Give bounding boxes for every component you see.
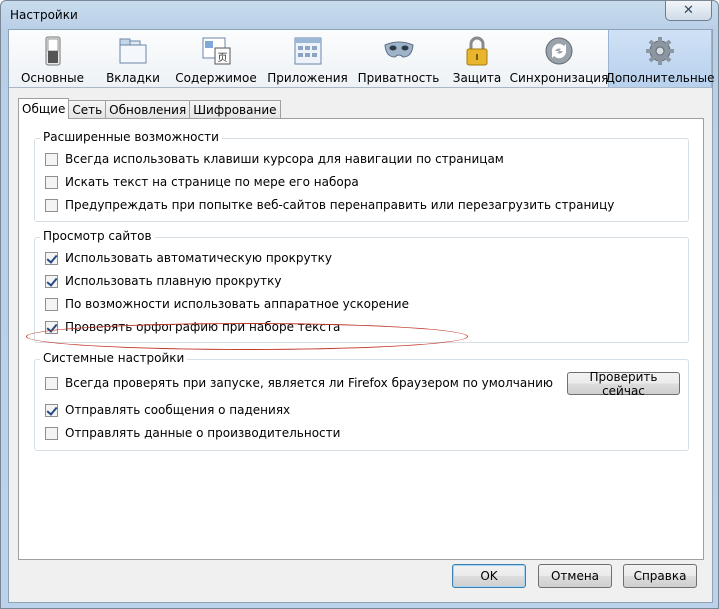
option-label: Искать текст на странице по мере его наб… (65, 175, 359, 189)
checkbox[interactable] (45, 403, 58, 417)
option-label: Отправлять сообщения о падениях (65, 403, 291, 417)
toolbar-item-label: Защита (452, 71, 502, 85)
general-panel: Расширенные возможности Всегда использов… (18, 118, 704, 560)
tab-general[interactable]: Общие (18, 98, 70, 119)
option-default-browser-check[interactable]: Всегда проверять при запуске, является л… (45, 376, 553, 390)
svg-text:页: 页 (218, 52, 228, 64)
option-cursor-keys[interactable]: Всегда использовать клавиши курсора для … (45, 152, 504, 166)
toolbar-item-privacy[interactable]: Приватность (353, 30, 444, 87)
close-icon: ✕ (683, 3, 694, 18)
ok-button[interactable]: OK (452, 564, 526, 588)
toolbar-item-applications[interactable]: Приложения (262, 30, 353, 87)
tabs-icon (119, 38, 147, 64)
preferences-window: Настройки ✕ Основные Вкладки 页 Содержимо… (0, 0, 719, 609)
content-icon: 页 (202, 37, 231, 65)
toolbar-item-content[interactable]: 页 Содержимое (170, 30, 262, 87)
accessibility-group: Расширенные возможности Всегда использов… (34, 130, 689, 222)
switch-icon (45, 36, 60, 66)
toolbar-item-label: Приватность (357, 71, 440, 85)
group-legend: Просмотр сайтов (40, 229, 155, 243)
option-performance-data[interactable]: Отправлять данные о производительности (45, 426, 340, 440)
option-hardware-acceleration[interactable]: По возможности использовать аппаратное у… (45, 297, 409, 311)
tab-updates[interactable]: Обновления (105, 100, 191, 119)
option-label: Всегда использовать клавиши курсора для … (65, 152, 504, 166)
option-find-as-you-type[interactable]: Искать текст на странице по мере его наб… (45, 175, 359, 189)
option-label: Использовать плавную прокрутку (65, 274, 282, 288)
option-label: Использовать автоматическую прокрутку (65, 251, 332, 265)
checkbox[interactable] (45, 175, 58, 189)
mask-icon (383, 41, 414, 58)
toolbar-item-advanced[interactable]: Дополнительные (605, 30, 715, 87)
toolbar-item-label: Вкладки (106, 71, 160, 85)
option-label: Всегда проверять при запуске, является л… (65, 376, 553, 390)
option-crash-reports[interactable]: Отправлять сообщения о падениях (45, 403, 290, 417)
tab-encryption[interactable]: Шифрование (189, 100, 281, 119)
applications-icon (294, 37, 321, 65)
dialog-client-area: Основные Вкладки 页 Содержимое Приложения… (8, 29, 715, 603)
window-title: Настройки (10, 8, 78, 22)
toolbar-item-label: Содержимое (175, 71, 257, 85)
option-warn-redirect[interactable]: Предупреждать при попытке веб-сайтов пер… (45, 198, 614, 212)
option-spellcheck[interactable]: Проверять орфографию при наборе текста (45, 320, 340, 334)
preferences-toolbar: Основные Вкладки 页 Содержимое Приложения… (9, 30, 715, 88)
help-button[interactable]: Справка (623, 564, 697, 588)
toolbar-item-label: Основные (20, 71, 84, 85)
toolbar-item-tabs[interactable]: Вкладки (96, 30, 170, 87)
toolbar-item-label: Приложения (267, 71, 348, 85)
toolbar-item-sync[interactable]: Синхронизация (510, 30, 608, 87)
option-label: Проверять орфографию при наборе текста (65, 320, 341, 334)
group-legend: Системные настройки (40, 351, 188, 365)
option-autoscroll[interactable]: Использовать автоматическую прокрутку (45, 251, 332, 265)
checkbox[interactable] (45, 152, 58, 166)
checkbox[interactable] (45, 198, 58, 212)
toolbar-item-label: Дополнительные (605, 71, 715, 85)
toolbar-item-security[interactable]: Защита (444, 30, 510, 87)
checkbox[interactable] (45, 426, 58, 440)
option-label: Отправлять данные о производительности (65, 426, 341, 440)
gear-icon (646, 37, 674, 65)
tab-network[interactable]: Сеть (68, 100, 107, 119)
sync-icon (545, 37, 573, 65)
checkbox[interactable] (45, 320, 58, 334)
group-legend: Расширенные возможности (40, 130, 222, 144)
option-label: Предупреждать при попытке веб-сайтов пер… (65, 198, 615, 212)
browsing-group: Просмотр сайтов Использовать автоматичес… (34, 229, 689, 343)
checkbox[interactable] (45, 297, 58, 311)
cancel-button[interactable]: Отмена (538, 564, 612, 588)
option-smooth-scroll[interactable]: Использовать плавную прокрутку (45, 274, 281, 288)
toolbar-item-label: Синхронизация (509, 71, 609, 85)
check-now-button[interactable]: Проверить сейчас (567, 370, 680, 398)
checkbox[interactable] (45, 251, 58, 265)
system-group: Системные настройки Всегда проверять при… (34, 351, 689, 451)
title-bar: Настройки ✕ (1, 1, 718, 29)
toolbar-item-general[interactable]: Основные (9, 30, 96, 87)
option-label: По возможности использовать аппаратное у… (65, 297, 409, 311)
padlock-icon (466, 36, 488, 66)
checkbox[interactable] (45, 274, 58, 288)
checkbox[interactable] (45, 376, 58, 390)
advanced-subtabs: Общие Сеть Обновления Шифрование (18, 98, 281, 119)
close-button[interactable]: ✕ (665, 1, 712, 21)
